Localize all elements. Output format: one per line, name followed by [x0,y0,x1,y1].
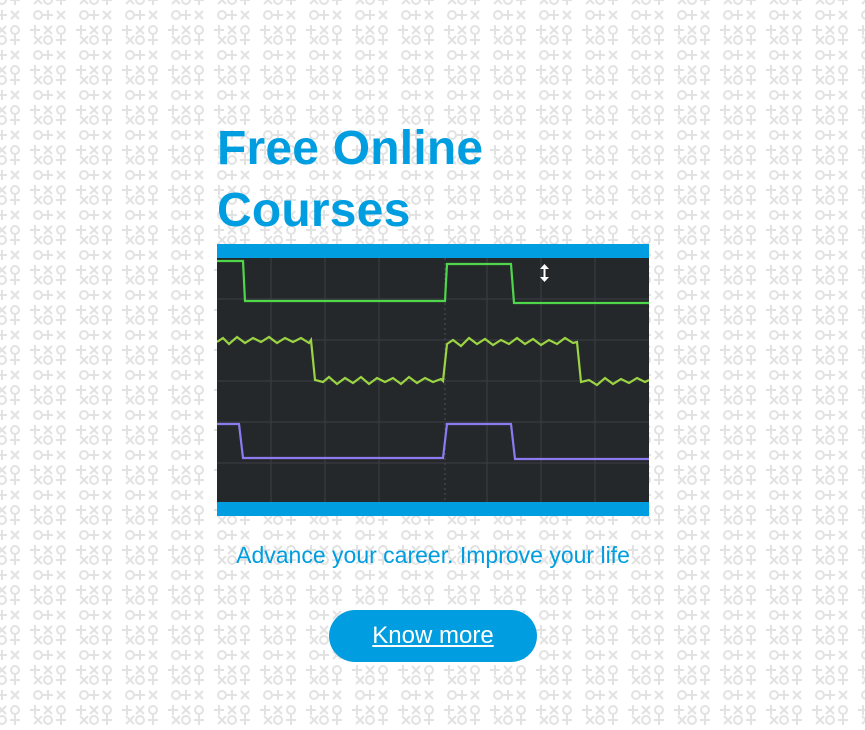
title-line-1: Free Online [217,122,484,175]
page-title: Free Online Courses [217,118,649,242]
hero-section: Free Online Courses Advance your career.… [217,118,649,662]
title-line-2: Courses [217,184,411,237]
know-more-button[interactable]: Know more [329,610,537,662]
hero-image-frame [217,244,649,516]
oscilloscope-waveform-image [217,258,649,502]
tagline: Advance your career. Improve your life [236,542,630,568]
